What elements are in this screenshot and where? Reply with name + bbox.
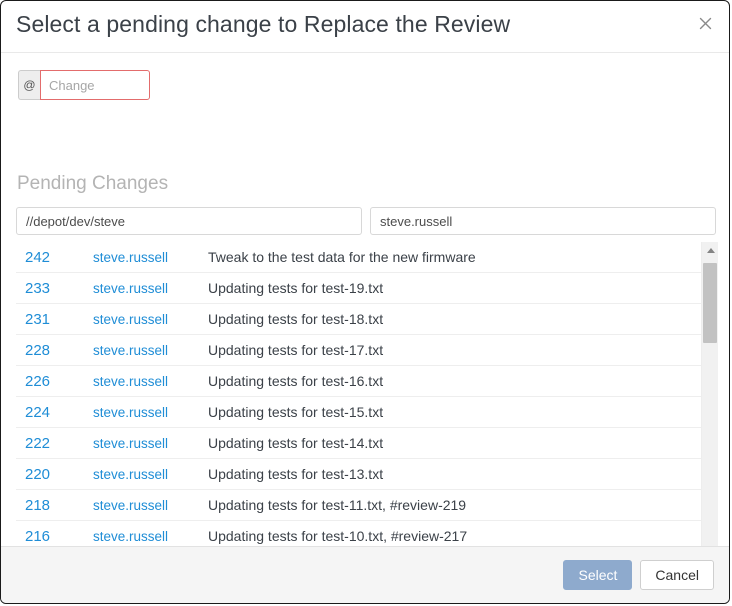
change-user-link[interactable]: steve.russell <box>93 436 208 451</box>
change-user-link[interactable]: steve.russell <box>93 467 208 482</box>
dialog-footer: Select Cancel <box>1 546 729 603</box>
change-user-link[interactable]: steve.russell <box>93 312 208 327</box>
change-user-link[interactable]: steve.russell <box>93 529 208 544</box>
change-description: Updating tests for test-10.txt, #review-… <box>208 528 468 544</box>
change-user-link[interactable]: steve.russell <box>93 281 208 296</box>
change-input-group: @ <box>18 70 150 100</box>
close-icon[interactable] <box>694 12 716 34</box>
replace-review-dialog: Select a pending change to Replace the R… <box>0 0 730 604</box>
change-description: Tweak to the test data for the new firmw… <box>208 249 476 265</box>
select-button[interactable]: Select <box>563 560 633 590</box>
list-scrollbar[interactable] <box>701 242 718 546</box>
filter-row <box>16 207 716 235</box>
change-id-link[interactable]: 231 <box>18 311 93 328</box>
chevron-up-icon[interactable] <box>702 242 718 259</box>
path-filter-input[interactable] <box>16 207 362 235</box>
change-id-link[interactable]: 228 <box>18 342 93 359</box>
page-title: Select a pending change to Replace the R… <box>16 11 511 37</box>
dialog-header: Select a pending change to Replace the R… <box>1 1 729 53</box>
table-row[interactable]: 224 steve.russell Updating tests for test-… <box>16 397 701 428</box>
pending-changes-label: Pending Changes <box>17 173 169 194</box>
change-id-link[interactable]: 242 <box>18 249 93 266</box>
list-scroll-area[interactable]: 242 steve.russell Tweak to the test data f… <box>16 242 701 546</box>
table-row[interactable]: 226 steve.russell Updating tests for test-… <box>16 366 701 397</box>
change-user-link[interactable]: steve.russell <box>93 498 208 513</box>
cancel-button[interactable]: Cancel <box>640 560 714 590</box>
table-row[interactable]: 242 steve.russell Tweak to the test data f… <box>16 242 701 273</box>
change-description: Updating tests for test-19.txt <box>208 280 384 296</box>
user-filter-input[interactable] <box>370 207 716 235</box>
change-description: Updating tests for test-15.txt <box>208 404 384 420</box>
change-id-link[interactable]: 218 <box>18 497 93 514</box>
change-description: Updating tests for test-16.txt <box>208 373 384 389</box>
table-row[interactable]: 220 steve.russell Updating tests for test-… <box>16 459 701 490</box>
change-user-link[interactable]: steve.russell <box>93 405 208 420</box>
scrollbar-thumb[interactable] <box>703 263 717 343</box>
change-id-link[interactable]: 220 <box>18 466 93 483</box>
change-id-link[interactable]: 233 <box>18 280 93 297</box>
change-user-link[interactable]: steve.russell <box>93 343 208 358</box>
table-row[interactable]: 231 steve.russell Updating tests for test-… <box>16 304 701 335</box>
at-sign-icon: @ <box>18 70 40 100</box>
table-row[interactable]: 216 steve.russell Updating tests for test-… <box>16 521 701 546</box>
change-description: Updating tests for test-13.txt <box>208 466 384 482</box>
change-id-link[interactable]: 222 <box>18 435 93 452</box>
change-user-link[interactable]: steve.russell <box>93 250 208 265</box>
change-user-link[interactable]: steve.russell <box>93 374 208 389</box>
change-description: Updating tests for test-14.txt <box>208 435 384 451</box>
change-input[interactable] <box>40 70 150 100</box>
change-id-link[interactable]: 224 <box>18 404 93 421</box>
table-row[interactable]: 222 steve.russell Updating tests for test-… <box>16 428 701 459</box>
dialog-body: @ Pending Changes 242steve.russellTweak … <box>1 53 729 546</box>
table-row[interactable]: 228 steve.russell Updating tests for test-… <box>16 335 701 366</box>
change-id-link[interactable]: 216 <box>18 528 93 545</box>
change-description: Updating tests for test-18.txt <box>208 311 384 327</box>
change-description: Updating tests for test-17.txt <box>208 342 384 358</box>
change-description: Updating tests for test-11.txt, #review-… <box>208 497 467 513</box>
table-row[interactable]: 233 steve.russell Updating tests for test-… <box>16 273 701 304</box>
pending-changes-list: 242 steve.russell Tweak to the test data f… <box>16 242 718 546</box>
change-id-link[interactable]: 226 <box>18 373 93 390</box>
table-row[interactable]: 218 steve.russell Updating tests for test-… <box>16 490 701 521</box>
